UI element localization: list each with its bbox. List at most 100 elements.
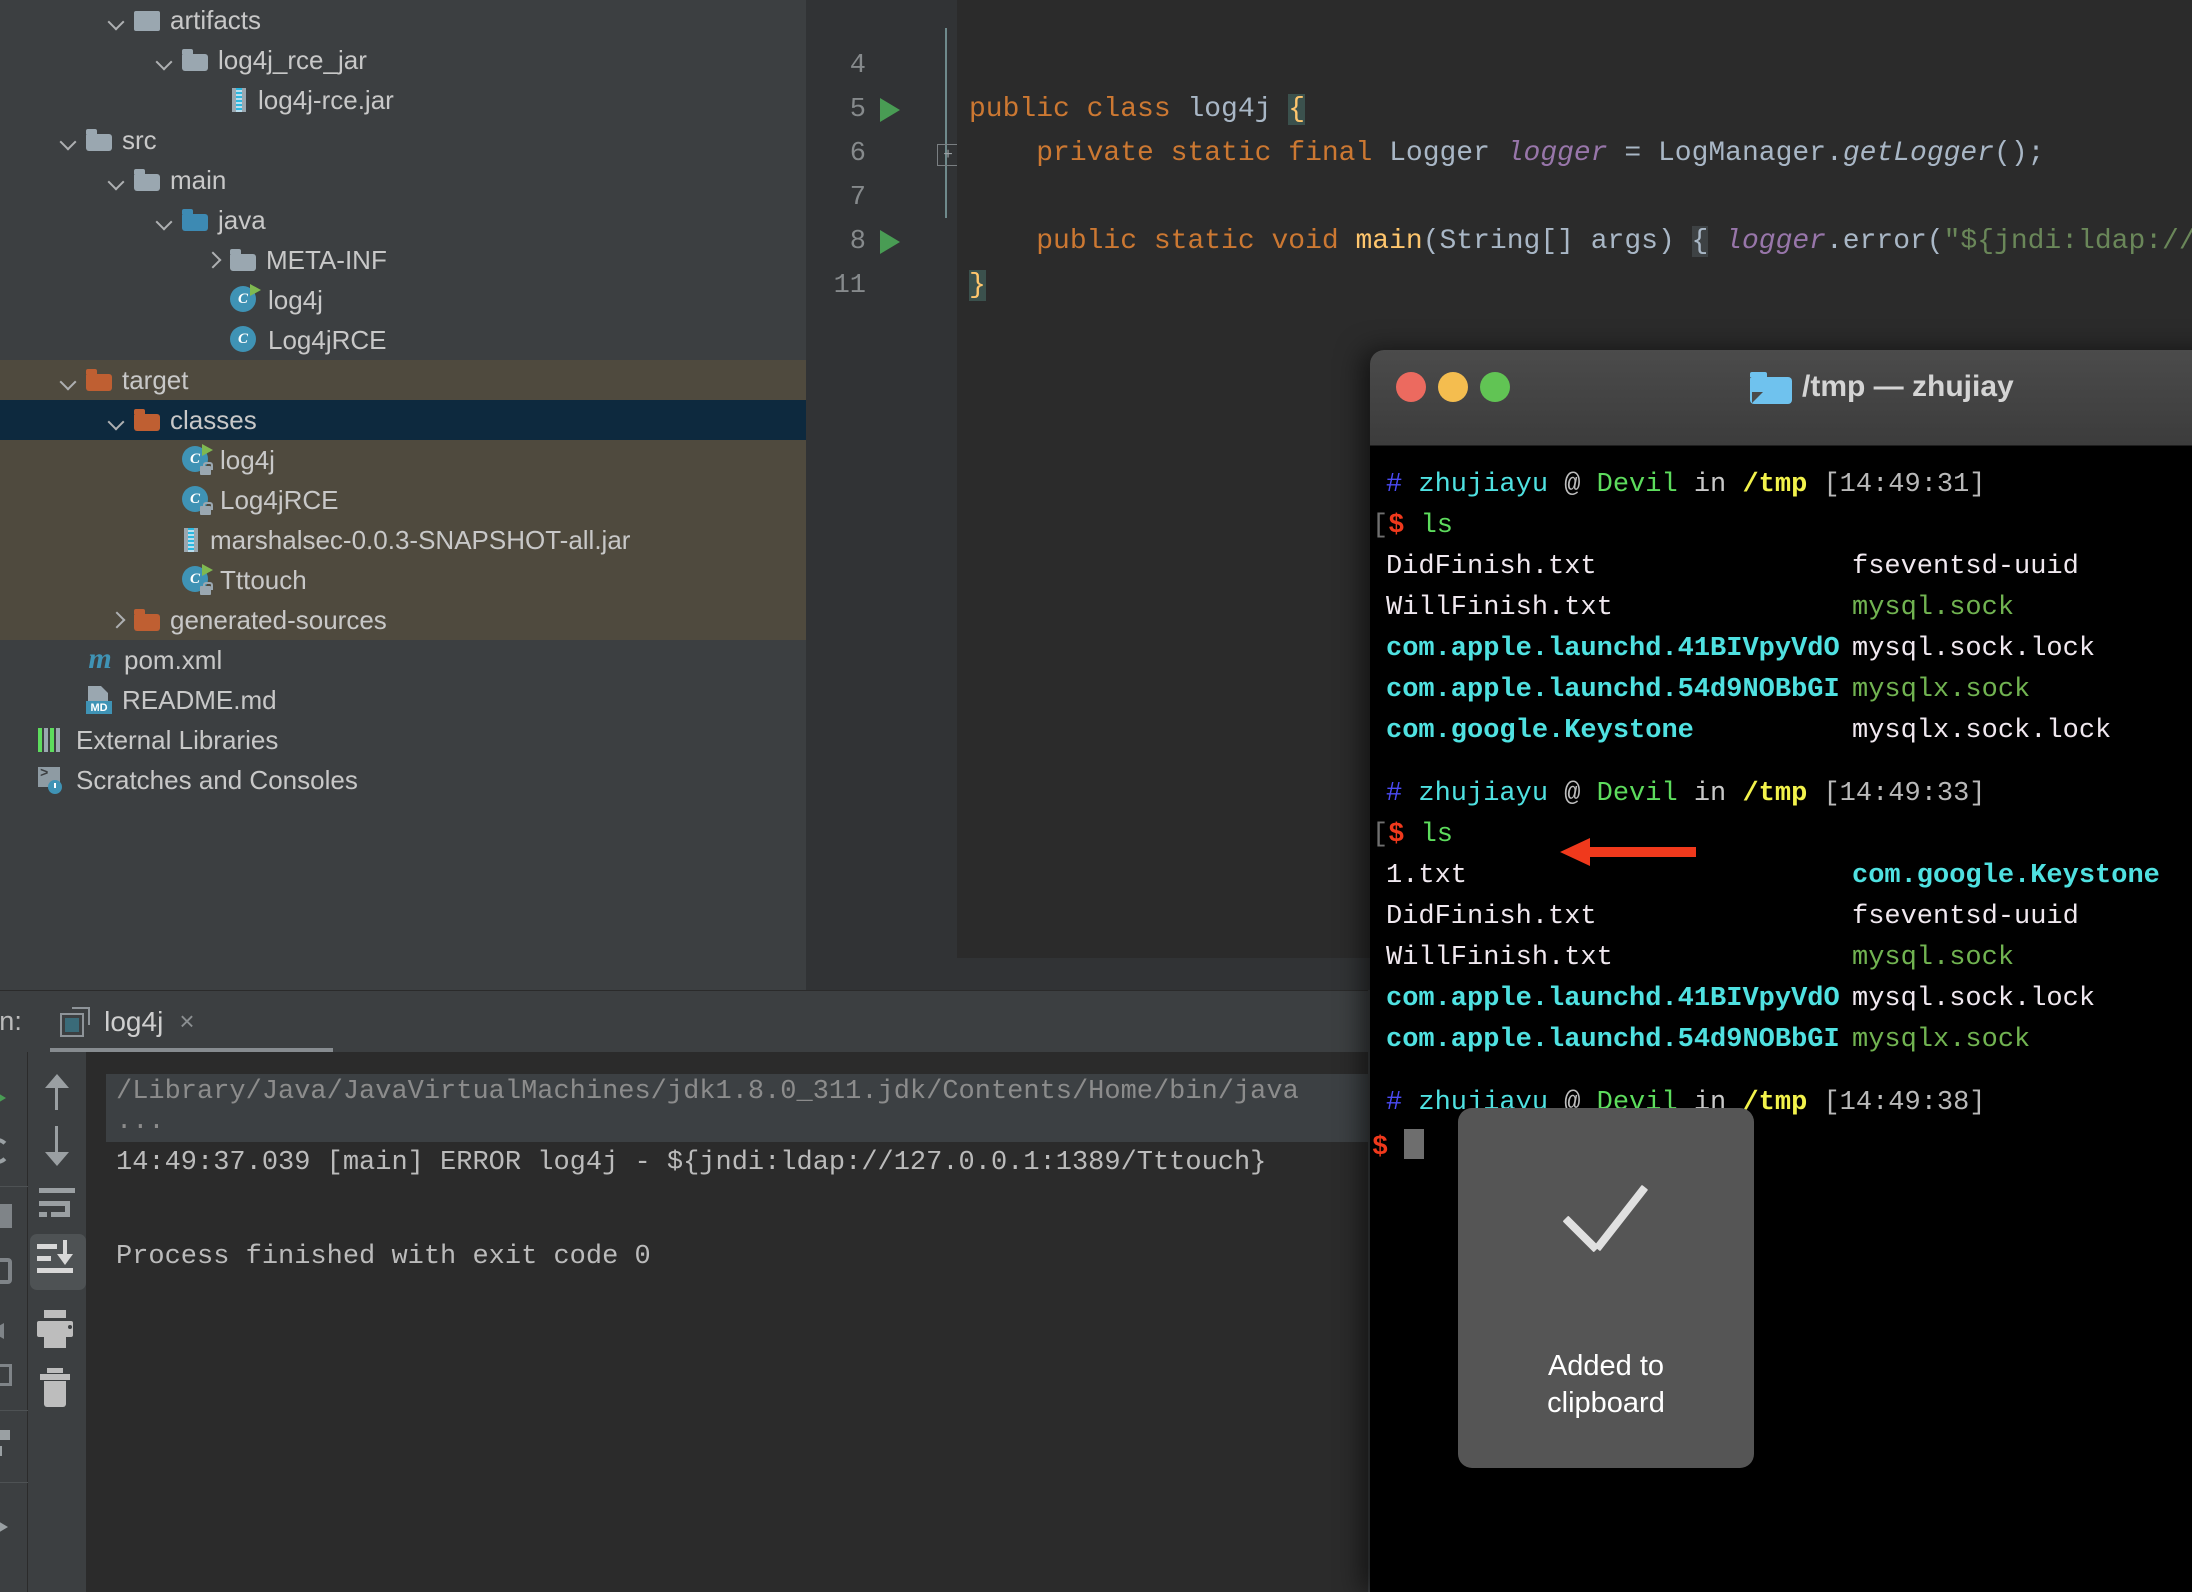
run-gutter-icon[interactable] <box>880 230 900 254</box>
chevron-down-icon[interactable] <box>154 49 176 71</box>
run-console-output[interactable]: /Library/Java/JavaVirtualMachines/jdk1.8… <box>86 1052 1368 1592</box>
chevron-down-icon[interactable] <box>106 9 128 31</box>
brace-close-11: } <box>969 270 986 301</box>
run-gutter-icon[interactable] <box>880 98 900 122</box>
trash-icon[interactable] <box>35 1368 79 1412</box>
java-class-runnable-compiled-icon: C <box>182 444 213 475</box>
tree-item-meta-inf[interactable]: META-INF <box>0 240 806 280</box>
chevron-down-icon[interactable] <box>106 169 128 191</box>
run-console-toolbar[interactable] <box>29 1052 86 1592</box>
run-tool-window[interactable]: un: log4j × <box>0 990 1368 1592</box>
terminal-command-line[interactable]: [$ ls <box>1372 820 1453 850</box>
zoom-button[interactable] <box>1480 372 1510 402</box>
terminal-file-entry: mysqlx.sock.lock <box>1852 716 2112 746</box>
prompt-hash: # <box>1386 1088 1403 1118</box>
tree-item-log4j-rce-jar[interactable]: log4j-rce.jar <box>0 80 806 120</box>
arrow-down-icon[interactable] <box>35 1124 79 1168</box>
chevron-right-icon[interactable] <box>202 249 224 271</box>
tree-item-main[interactable]: main <box>0 160 806 200</box>
close-icon[interactable]: × <box>179 1006 194 1037</box>
tree-item-log4j[interactable]: Clog4j <box>0 440 806 480</box>
rerun-icon[interactable] <box>0 1086 6 1110</box>
soft-wrap-icon[interactable] <box>35 1182 79 1226</box>
chevron-down-icon[interactable] <box>58 369 80 391</box>
kw-final: final <box>1288 138 1390 169</box>
tree-item-artifacts[interactable]: artifacts <box>0 0 806 40</box>
terminal-file-entry: mysql.sock.lock <box>1852 634 2096 664</box>
run-left-actions-strip[interactable] <box>0 1052 28 1592</box>
main-args: (String[] args) <box>1422 226 1692 257</box>
expand-icon[interactable] <box>0 1514 8 1540</box>
terminal-title: /tmp — zhujiay <box>1750 370 2192 404</box>
run-window-header[interactable]: un: log4j × <box>0 990 1368 1053</box>
terminal-title-text: /tmp — zhujiay <box>1802 370 2014 403</box>
prompt-in: in <box>1693 779 1727 809</box>
editor-fold-strip[interactable]: + <box>923 0 959 990</box>
kw-static-8: static <box>1153 226 1272 257</box>
tree-item-generated-sources[interactable]: generated-sources <box>0 600 806 640</box>
fold-expand-icon[interactable]: + <box>937 144 959 166</box>
tree-item-pom-xml[interactable]: m pom.xml <box>0 640 806 680</box>
prompt-bracket: [ <box>1372 820 1389 850</box>
brace-open-5: { <box>1288 94 1306 125</box>
markdown-icon: MD <box>86 686 112 714</box>
tree-item-java[interactable]: java <box>0 200 806 240</box>
gutter-line-8[interactable]: 8 <box>806 220 923 264</box>
kw-private: private <box>1036 138 1171 169</box>
tree-item-readme-md[interactable]: MD README.md <box>0 680 806 720</box>
terminal-subtitle: /tm <box>1370 414 2192 445</box>
console-command-line: /Library/Java/JavaVirtualMachines/jdk1.8… <box>106 1074 1368 1142</box>
tree-item-src[interactable]: src <box>0 120 806 160</box>
tree-item-scratches-and-consoles[interactable]: Scratches and Consoles <box>0 760 806 800</box>
chevron-down-icon[interactable] <box>106 409 128 431</box>
gutter-line-7[interactable]: 7 <box>806 176 923 220</box>
scroll-to-end-icon[interactable] <box>35 1240 79 1284</box>
resume-icon[interactable] <box>0 1258 12 1284</box>
print-icon[interactable] <box>35 1310 79 1354</box>
stop-icon[interactable] <box>0 1204 12 1228</box>
terminal-file-entry: WillFinish.txt <box>1386 943 1613 973</box>
tab-log4j[interactable]: log4j × <box>60 1006 195 1038</box>
tree-item-log4j[interactable]: Clog4j <box>0 280 806 320</box>
chevron-down-icon[interactable] <box>58 129 80 151</box>
frames-icon[interactable] <box>0 1364 12 1386</box>
gutter-line-5[interactable]: 5 <box>806 88 923 132</box>
tree-item-label: pom.xml <box>124 644 223 675</box>
arrow-up-icon[interactable] <box>35 1070 79 1114</box>
terminal-command-line[interactable]: $ <box>1372 1129 1425 1163</box>
indent-guide <box>945 28 947 218</box>
settings-icon-a[interactable] <box>0 1430 10 1440</box>
terminal-titlebar[interactable]: /tmp — zhujiay /tm <box>1370 350 2192 446</box>
libraries-icon <box>38 728 66 752</box>
chevron-right-icon[interactable] <box>106 609 128 631</box>
tree-item-marshalsec-0-0-3-snapshot-all-jar[interactable]: marshalsec-0.0.3-SNAPSHOT-all.jar <box>0 520 806 560</box>
project-tree-panel[interactable]: artifacts log4j_rce_jar log4j-rce.jar src ma… <box>0 0 806 990</box>
terminal-file-entry: mysql.sock <box>1852 593 2015 623</box>
tree-item-log4jrce[interactable]: C Log4jRCE <box>0 320 806 360</box>
tree-item-target[interactable]: target <box>0 360 806 400</box>
tree-item-external-libraries[interactable]: External Libraries <box>0 720 806 760</box>
jar-file-icon <box>182 528 200 552</box>
terminal-file-entry: fseventsd-uuid <box>1852 902 2079 932</box>
minimize-button[interactable] <box>1438 372 1468 402</box>
chevron-down-icon[interactable] <box>154 209 176 231</box>
tree-item-tttouch[interactable]: C Tttouch <box>0 560 806 600</box>
type-logmanager: LogManager. <box>1657 138 1843 169</box>
rerun-failed-icon[interactable] <box>0 1138 10 1164</box>
tree-item-label: log4j-rce.jar <box>258 84 394 115</box>
tree-item-log4jrce[interactable]: C Log4jRCE <box>0 480 806 520</box>
gutter-line-4[interactable]: 4 <box>806 44 923 88</box>
tree-item-label: log4j <box>268 284 323 315</box>
close-button[interactable] <box>1396 372 1426 402</box>
editor-gutter[interactable]: 4 5 6 7 8 11 <box>806 0 923 990</box>
trace-icon[interactable] <box>0 1310 12 1339</box>
terminal-file-entry: fseventsd-uuid <box>1852 552 2079 582</box>
tree-item-log4j-rce-jar[interactable]: log4j_rce_jar <box>0 40 806 80</box>
terminal-command-line[interactable]: [$ ls <box>1372 511 1453 541</box>
gutter-line-6[interactable]: 6 <box>806 132 923 176</box>
gutter-line-11[interactable]: 11 <box>806 264 923 308</box>
tree-item-classes[interactable]: classes <box>0 400 806 440</box>
